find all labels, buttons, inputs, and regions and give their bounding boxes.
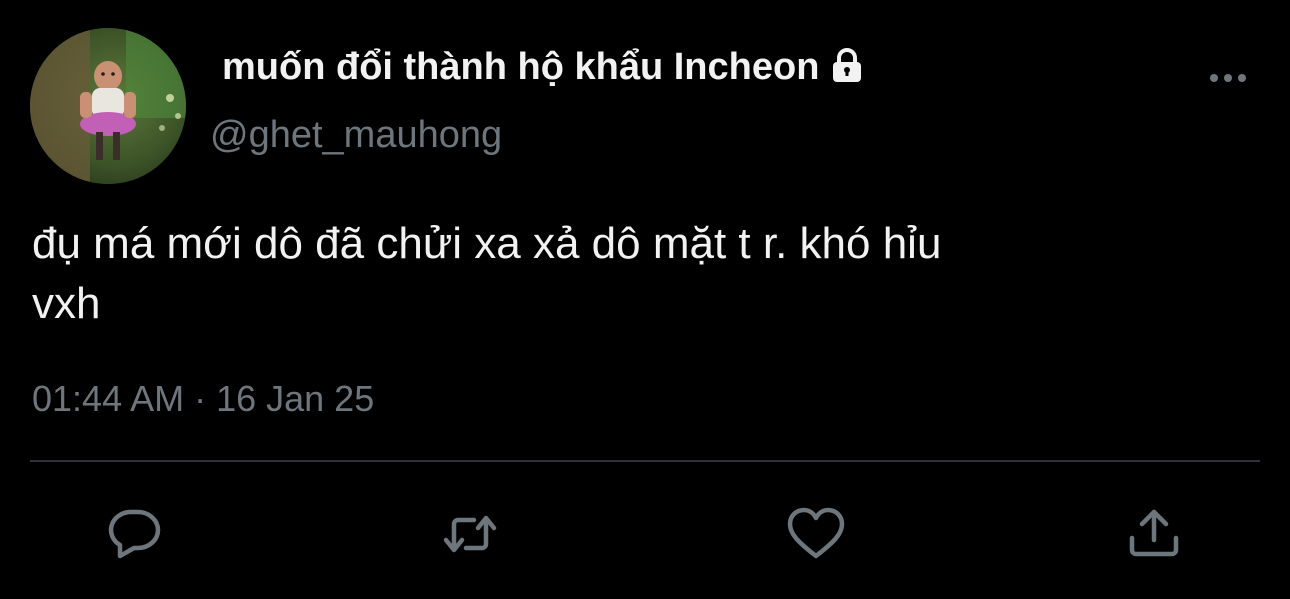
display-name-row: muốn đổi thành hộ khẩu Incheon [222, 46, 867, 89]
more-dots-icon[interactable] [1206, 66, 1250, 90]
retweet-arrows-icon [443, 515, 497, 553]
retweet-button[interactable] [440, 504, 500, 564]
share-button[interactable] [1124, 504, 1184, 564]
reply-bubble-icon [108, 509, 161, 559]
display-name[interactable]: muốn đổi thành hộ khẩu Incheon [222, 46, 819, 89]
avatar-image [30, 28, 186, 184]
reply-button[interactable] [104, 504, 164, 564]
handle[interactable]: @ghet_mauhong [210, 114, 502, 157]
divider [30, 460, 1260, 462]
like-button[interactable] [786, 504, 846, 564]
share-upload-icon [1129, 509, 1179, 557]
heart-icon [787, 507, 845, 559]
lock-icon [827, 46, 867, 86]
tweet-text: đụ má mới dô đã chửi xa xả dô mặt t r. k… [32, 219, 942, 328]
avatar[interactable] [30, 28, 186, 184]
timestamp[interactable]: 01:44 AM · 16 Jan 25 [32, 378, 374, 420]
